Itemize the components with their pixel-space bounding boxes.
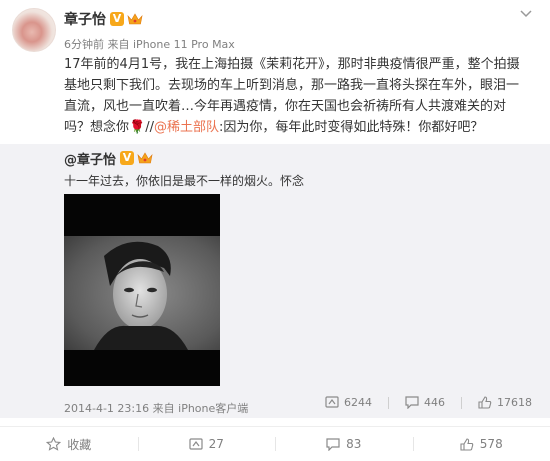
repost-separator: //: [145, 120, 154, 135]
comment-icon: [405, 396, 419, 409]
original-repost-count[interactable]: 6244: [325, 396, 372, 409]
original-stats: 6244 446 17618: [309, 396, 532, 409]
chevron-down-icon[interactable]: [520, 10, 532, 18]
repost-count: 27: [209, 437, 224, 451]
favorite-label: 收藏: [67, 436, 91, 453]
repost-icon: [189, 438, 203, 451]
divider: [461, 397, 462, 409]
mention-link[interactable]: @稀土部队: [154, 120, 219, 135]
post-photo[interactable]: [64, 194, 220, 386]
original-like-value: 17618: [497, 396, 532, 409]
comment-count: 83: [346, 437, 361, 451]
original-author-row: @章子怡 V: [64, 149, 153, 167]
verified-icon: V: [120, 151, 134, 165]
original-author[interactable]: @章子怡: [64, 149, 116, 168]
repost-button[interactable]: 27: [138, 427, 276, 461]
post-meta: 6分钟前 来自 iPhone 11 Pro Max: [64, 36, 235, 52]
post-text-tail: :因为你，每年此时变得如此特殊！你都好吧？: [219, 120, 483, 135]
reposted-content: @章子怡 V 十一年过去，你依旧是最不一样的烟火。怀念: [0, 144, 550, 418]
source-prefix: 来自: [108, 38, 130, 51]
original-comment-value: 446: [424, 396, 445, 409]
post-device[interactable]: iPhone 11 Pro Max: [133, 38, 235, 51]
original-device[interactable]: iPhone客户端: [178, 402, 248, 415]
action-bar: 收藏 27 83 578: [0, 426, 550, 461]
portrait-image: [64, 194, 220, 386]
like-icon: [460, 438, 474, 451]
avatar[interactable]: [12, 8, 56, 52]
original-repost-value: 6244: [344, 396, 372, 409]
crown-icon: [137, 151, 153, 165]
repost-icon: [325, 396, 339, 409]
like-icon: [478, 396, 492, 409]
like-count: 578: [480, 437, 503, 451]
verified-icon: V: [110, 12, 124, 26]
author-name[interactable]: 章子怡: [64, 9, 106, 29]
like-button[interactable]: 578: [413, 427, 550, 461]
original-text: 十一年过去，你依旧是最不一样的烟火。怀念: [64, 172, 304, 189]
original-comment-count[interactable]: 446: [405, 396, 445, 409]
rose-emoji: 🌹: [129, 120, 145, 135]
favorite-icon: [46, 437, 61, 451]
post-text: 17年前的4月1号，我在上海拍摄《茉莉花开》，那时非典疫情很严重，整个拍摄基地只…: [64, 54, 524, 138]
original-meta: 2014-4-1 23:16 来自 iPhone客户端: [64, 400, 248, 416]
comment-icon: [326, 438, 340, 451]
original-source-prefix: 来自: [153, 402, 175, 415]
author-row: 章子怡 V: [64, 10, 143, 28]
original-like-count[interactable]: 17618: [478, 396, 532, 409]
divider: [388, 397, 389, 409]
favorite-button[interactable]: 收藏: [0, 427, 138, 461]
original-date[interactable]: 2014-4-1 23:16: [64, 402, 149, 415]
crown-icon: [127, 12, 143, 26]
weibo-card: 章子怡 V 6分钟前 来自 iPhone 11 Pro Max 17年前的4月1…: [0, 0, 550, 460]
post-time[interactable]: 6分钟前: [64, 38, 104, 51]
comment-button[interactable]: 83: [275, 427, 413, 461]
